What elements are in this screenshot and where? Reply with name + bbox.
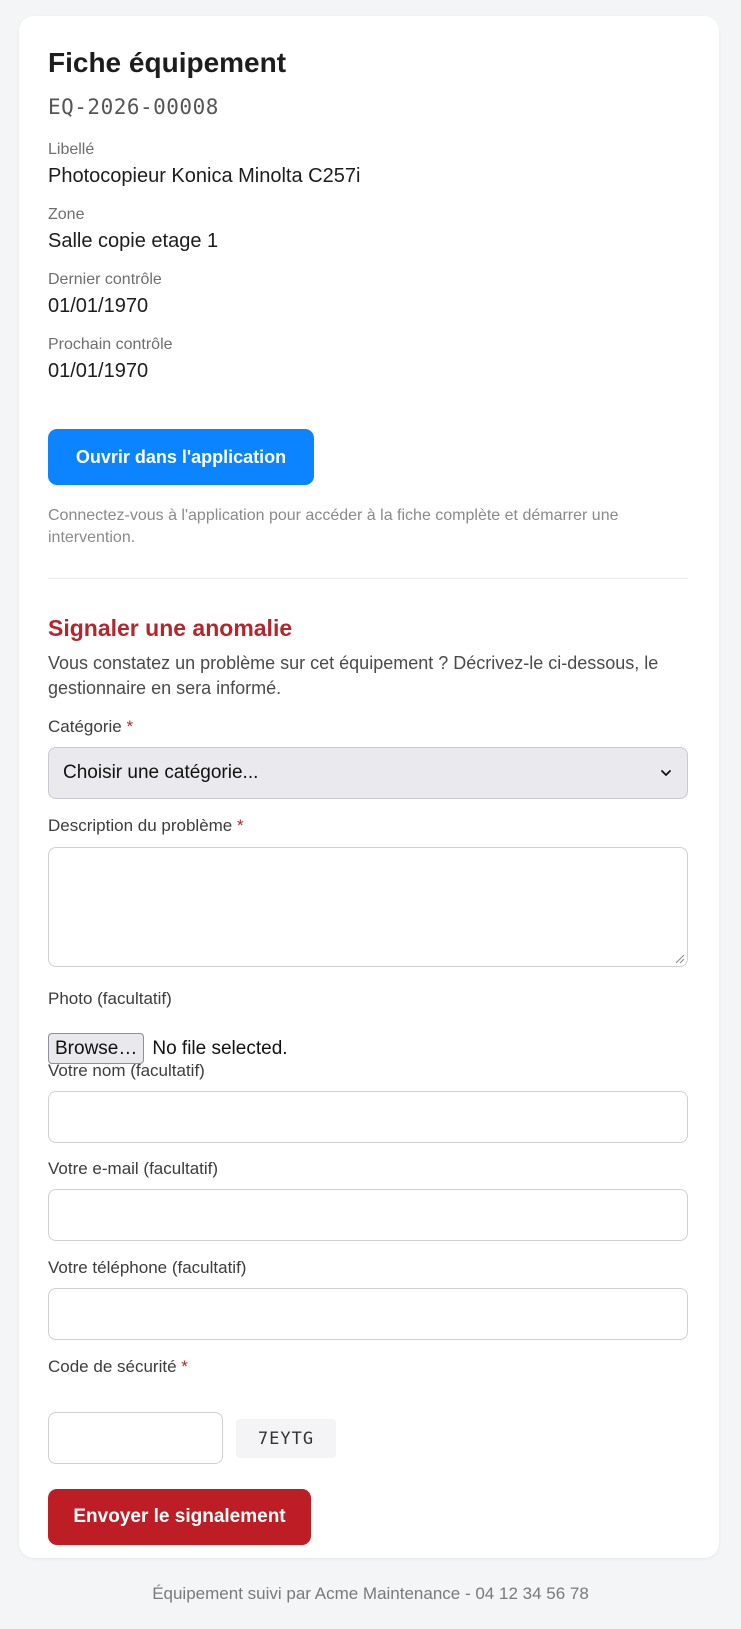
field-value-last-check: 01/01/1970 [48, 295, 149, 317]
field-label-libelle: Libellé [48, 141, 95, 158]
category-select-value: Choisir une catégorie... [63, 762, 259, 783]
submit-report-button[interactable]: Envoyer le signalement [48, 1489, 311, 1545]
problem-description-textarea[interactable] [48, 847, 688, 967]
resize-grip-icon[interactable] [673, 952, 685, 964]
file-status: No file selected. [152, 1037, 288, 1059]
captcha-code: 7EYTG [236, 1419, 336, 1458]
required-mark: * [181, 1357, 188, 1376]
field-value-zone: Salle copie etage 1 [48, 230, 219, 252]
phone-label: Votre téléphone (facultatif) [48, 1258, 247, 1277]
email-input[interactable] [48, 1189, 688, 1241]
problem-label: Description du problème * [48, 815, 688, 837]
required-mark: * [237, 816, 244, 835]
equipment-card: Fiche équipement EQ-2026-00008 Libellé P… [19, 16, 719, 1558]
email-label: Votre e-mail (facultatif) [48, 1159, 219, 1178]
field-value-next-check: 01/01/1970 [48, 360, 149, 382]
problem-label-text: Description du problème [48, 816, 233, 835]
captcha-label: Code de sécurité * [48, 1356, 688, 1378]
captcha-input[interactable] [48, 1412, 223, 1464]
category-label: Catégorie * [48, 716, 688, 738]
footer-text: Équipement suivi par Acme Maintenance - … [152, 1584, 589, 1603]
login-hint: Connectez-vous à l'application pour accé… [48, 507, 619, 546]
report-section-description: Vous constatez un problème sur cet équip… [48, 653, 659, 698]
equipment-code: EQ-2026-00008 [48, 95, 219, 119]
open-app-button[interactable]: Ouvrir dans l'application [48, 429, 314, 485]
report-section-title: Signaler une anomalie [48, 615, 293, 641]
photo-label: Photo (facultatif) [48, 989, 172, 1008]
category-select[interactable]: Choisir une catégorie... [48, 747, 688, 799]
category-label-text: Catégorie [48, 717, 122, 736]
required-mark: * [126, 717, 134, 736]
phone-input[interactable] [48, 1288, 688, 1340]
field-label-last-check: Dernier contrôle [48, 271, 162, 288]
section-divider [48, 578, 688, 579]
field-label-next-check: Prochain contrôle [48, 336, 173, 353]
captcha-label-text: Code de sécurité [48, 1357, 177, 1376]
name-input[interactable] [48, 1091, 688, 1143]
field-label-zone: Zone [48, 206, 85, 223]
field-value-libelle: Photocopieur Konica Minolta C257i [48, 165, 361, 187]
chevron-down-icon [661, 770, 671, 776]
name-label: Votre nom (facultatif) [48, 1061, 205, 1080]
page-title: Fiche équipement [48, 47, 287, 78]
